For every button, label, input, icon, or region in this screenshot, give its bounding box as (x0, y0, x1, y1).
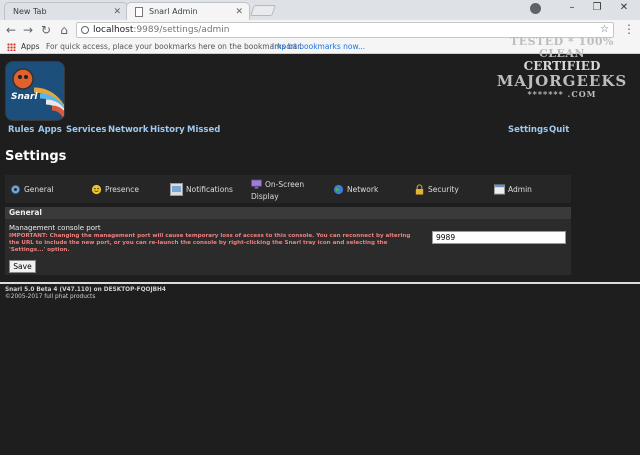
window-close-icon[interactable]: ✕ (612, 2, 636, 13)
profile-avatar-icon[interactable] (530, 3, 541, 14)
tab-presence[interactable]: Presence (91, 175, 139, 203)
new-tab-button[interactable] (249, 5, 277, 16)
tab-new-tab[interactable]: New Tab ✕ (4, 2, 128, 20)
tab-label: General (24, 184, 54, 194)
nav-settings[interactable]: Settings (508, 125, 548, 135)
version-info: Snarl 5.0 Beta 4 (V47.110) on DESKTOP-FQ… (5, 287, 166, 293)
tab-notifications[interactable]: Notifications (170, 175, 233, 203)
import-bookmarks-link[interactable]: Import bookmarks now... (272, 42, 365, 51)
bookmarks-hint: For quick access, place your bookmarks h… (46, 42, 303, 51)
reload-icon[interactable]: ↻ (39, 22, 53, 38)
port-change-warning: IMPORTANT: Changing the management port … (9, 233, 411, 253)
copyright: ©2005-2017 full phat products (5, 294, 96, 300)
notification-window-icon (170, 182, 183, 196)
tab-network[interactable]: Network (333, 175, 378, 203)
settings-tabs: General Presence Notifications On-Screen… (5, 175, 571, 203)
tab-label: Presence (105, 184, 139, 194)
smiley-icon (91, 184, 102, 194)
footer-divider (0, 282, 640, 284)
close-icon[interactable]: ✕ (235, 7, 243, 17)
gear-icon (10, 184, 21, 194)
tab-label-line: Display (251, 192, 279, 201)
globe-icon (333, 184, 344, 194)
padlock-icon (415, 183, 424, 195)
nav-services[interactable]: Services (66, 125, 106, 135)
tab-label: Security (428, 184, 459, 194)
tab-label: Admin (508, 184, 532, 194)
panel-header: General (5, 207, 571, 219)
tab-label: On-Screen Display (251, 179, 305, 203)
close-icon[interactable]: ✕ (113, 7, 121, 17)
bookmark-apps[interactable]: Apps (21, 42, 40, 51)
nav-rules[interactable]: Rules (8, 125, 34, 135)
forward-arrow-icon[interactable]: → (21, 22, 35, 38)
watermark-line: ******* .COM (527, 88, 597, 99)
snarl-logo[interactable]: Snarl (5, 61, 65, 121)
nav-quit[interactable]: Quit (549, 125, 569, 135)
url-path: :9989/settings/admin (133, 25, 230, 35)
watermark-line: MAJORGEEKS (496, 72, 628, 91)
top-navigation: Rules Apps Services Network History Miss… (0, 124, 640, 138)
port-field-label: Management console port (9, 224, 101, 232)
maximize-icon[interactable]: ❐ (585, 2, 609, 13)
nav-network[interactable]: Network (108, 125, 148, 135)
general-settings-panel: General Management console port IMPORTAN… (5, 207, 571, 275)
page-icon (135, 6, 143, 17)
apps-grid-icon[interactable] (7, 43, 16, 51)
tab-admin[interactable]: Admin (494, 175, 532, 203)
tab-label: Notifications (186, 184, 233, 194)
display-icon (251, 179, 262, 189)
tab-title: New Tab (13, 7, 47, 16)
url-host: localhost (93, 25, 134, 35)
minimize-icon[interactable]: – (560, 2, 584, 13)
tab-security[interactable]: Security (414, 175, 459, 203)
management-port-input[interactable] (432, 231, 566, 244)
admin-window-icon (494, 183, 505, 195)
nav-apps[interactable]: Apps (38, 125, 62, 135)
footer: Snarl 5.0 Beta 4 (V47.110) on DESKTOP-FQ… (5, 287, 166, 301)
info-icon[interactable] (81, 26, 89, 34)
home-icon[interactable]: ⌂ (57, 22, 71, 38)
tab-label: Network (347, 184, 379, 194)
tab-label-line: On-Screen (265, 180, 305, 189)
nav-missed[interactable]: Missed (187, 125, 220, 135)
browser-menu-icon[interactable]: ⋮ (622, 22, 636, 36)
snarl-admin-page: Snarl TESTED * 100% CLEAN CERTIFIED MAJO… (0, 35, 640, 455)
back-arrow-icon[interactable]: ← (4, 22, 18, 38)
page-title: Settings (5, 149, 67, 164)
watermark-line: TESTED * 100% CLEAN (510, 35, 614, 61)
tab-title: Snarl Admin (149, 7, 198, 16)
tab-general[interactable]: General (10, 175, 54, 203)
logo-text: Snarl (11, 92, 38, 102)
browser-tab-strip: New Tab ✕ Snarl Admin ✕ – ❐ ✕ (0, 0, 640, 20)
majorgeeks-watermark: TESTED * 100% CLEAN CERTIFIED MAJORGEEKS… (492, 35, 632, 99)
save-button[interactable]: Save (9, 260, 36, 273)
tab-on-screen-display[interactable]: On-Screen Display (251, 175, 304, 203)
nav-history[interactable]: History (150, 125, 185, 135)
tab-snarl-admin[interactable]: Snarl Admin ✕ (126, 2, 250, 20)
